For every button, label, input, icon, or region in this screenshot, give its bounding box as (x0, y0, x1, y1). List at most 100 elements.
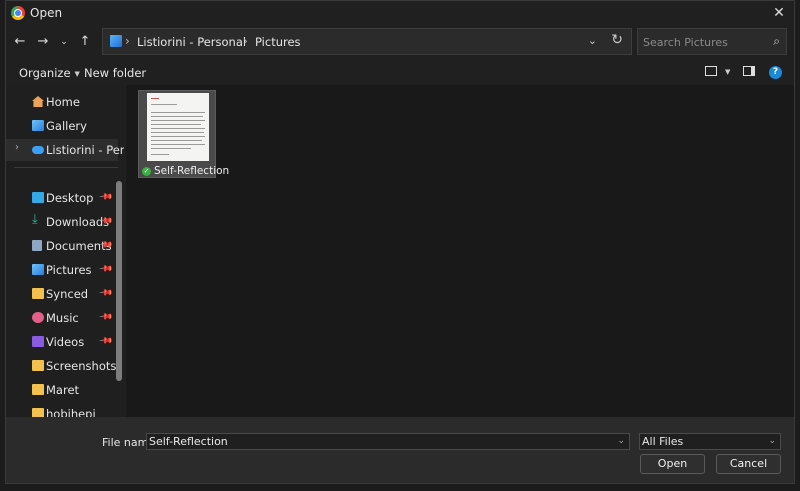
pin-icon[interactable]: 📌 (98, 309, 113, 324)
sidebar-item-gallery[interactable]: Gallery (6, 115, 118, 137)
sidebar-item-label: Maret (46, 383, 80, 397)
open-button[interactable]: Open (640, 454, 705, 474)
videos-icon (32, 336, 44, 347)
folder-icon (32, 384, 44, 395)
sidebar-item-label: Gallery (46, 119, 87, 133)
thumbnail-text-line (151, 144, 205, 145)
pin-icon[interactable]: 📌 (98, 285, 113, 300)
chevron-down-icon[interactable]: ⌄ (768, 434, 776, 449)
sidebar-item-label: Desktop (46, 191, 94, 205)
thumbnail-text-line (151, 136, 205, 137)
dialog-footer: File name: Self-Reflection ⌄ All Files ⌄… (6, 417, 794, 483)
pictures-location-icon (110, 35, 122, 47)
thumbnail-text-line (151, 112, 205, 113)
sidebar-item-maret[interactable]: Maret (6, 379, 118, 401)
sidebar-item-pictures[interactable]: Pictures 📌 (6, 259, 118, 281)
pin-icon[interactable]: 📌 (98, 189, 113, 204)
sidebar-item-hobihepi[interactable]: hobihepi (6, 403, 118, 417)
view-caret-down-icon[interactable]: ▼ (725, 68, 730, 76)
file-caption: ✓ Self-Reflection (142, 165, 229, 177)
title-bar: Open ✕ (6, 1, 794, 25)
command-bar: Organize ▼ New folder ▼ ? (6, 61, 794, 85)
sidebar-item-videos[interactable]: Videos 📌 (6, 331, 118, 353)
folder-icon (32, 288, 44, 299)
breadcrumb-separator-icon: › (243, 34, 248, 48)
search-icon[interactable]: ⌕ (773, 34, 780, 49)
sidebar-scrollbar[interactable] (116, 181, 122, 381)
file-name-value: Self-Reflection (149, 435, 228, 448)
document-thumbnail (147, 93, 209, 161)
open-dialog: Open ✕ ← → ⌄ ↑ › Listiorini - Personal ›… (5, 0, 795, 484)
home-icon (32, 96, 44, 107)
thumbnail-text-line (151, 128, 205, 129)
file-type-value: All Files (642, 435, 684, 448)
pictures-icon (32, 264, 44, 275)
organize-label: Organize (19, 66, 71, 80)
divider (14, 167, 118, 168)
forward-arrow-icon[interactable]: → (34, 32, 52, 52)
sidebar-item-label: Music (46, 311, 79, 325)
file-type-select[interactable]: All Files ⌄ (639, 433, 781, 450)
sidebar-item-label: Screenshots (46, 359, 117, 373)
back-arrow-icon[interactable]: ← (11, 32, 29, 52)
folder-icon (32, 360, 44, 371)
preview-pane-icon[interactable] (743, 66, 755, 76)
recent-locations-chevron-icon[interactable]: ⌄ (55, 32, 73, 52)
navigation-bar: ← → ⌄ ↑ › Listiorini - Personal › Pictur… (6, 27, 794, 57)
sidebar-item-label: Synced (46, 287, 89, 301)
organize-menu[interactable]: Organize ▼ (19, 66, 80, 80)
caret-down-icon: ▼ (74, 69, 80, 78)
sidebar-item-desktop[interactable]: Desktop 📌 (6, 187, 118, 209)
chrome-app-icon (11, 6, 25, 20)
thumbnail-text-line (151, 148, 191, 149)
help-icon[interactable]: ? (769, 66, 782, 79)
thumbnail-text-line (151, 124, 201, 125)
pin-icon[interactable]: 📌 (98, 333, 113, 348)
breadcrumb-item-pictures[interactable]: Pictures (255, 35, 301, 49)
sidebar-item-downloads[interactable]: ⤓ Downloads 📌 (6, 211, 118, 233)
chevron-down-icon[interactable]: ⌄ (617, 434, 625, 449)
sidebar-item-synced[interactable]: Synced 📌 (6, 283, 118, 305)
music-icon (32, 312, 44, 323)
sidebar-item-screenshots[interactable]: Screenshots (6, 355, 118, 377)
sidebar-item-label: Home (46, 95, 80, 109)
pin-icon[interactable]: 📌 (98, 261, 113, 276)
thumbnail-text-line (151, 116, 203, 117)
sidebar-item-listiorini-personal[interactable]: › Listiorini - Personal (6, 139, 124, 161)
address-bar[interactable]: › Listiorini - Personal › Pictures ⌄ ↻ (102, 28, 632, 55)
sidebar-item-home[interactable]: Home (6, 91, 118, 113)
thumbnail-text-line (151, 154, 169, 155)
thumbnail-text-line (151, 140, 202, 141)
dialog-title: Open (30, 6, 63, 20)
sidebar-item-label: hobihepi (46, 407, 96, 417)
chevron-right-icon[interactable]: › (15, 142, 19, 153)
new-folder-button[interactable]: New folder (84, 66, 146, 80)
sidebar-item-music[interactable]: Music 📌 (6, 307, 118, 329)
refresh-icon[interactable]: ↻ (611, 32, 623, 48)
file-name-label: Self-Reflection (154, 165, 230, 177)
up-arrow-icon[interactable]: ↑ (76, 32, 94, 52)
sidebar-item-label: Listiorini - Personal (46, 143, 124, 157)
thumbnail-logo (151, 98, 159, 99)
file-list: ✓ Self-Reflection (126, 85, 794, 417)
file-name-input[interactable]: Self-Reflection ⌄ (146, 433, 630, 450)
search-box[interactable]: Search Pictures ⌕ (637, 28, 787, 55)
navigation-pane: Home Gallery › Listiorini - Personal Des… (6, 85, 124, 417)
breadcrumb-item-listiorini-personal[interactable]: Listiorini - Personal (137, 35, 246, 49)
folder-icon (32, 408, 44, 417)
thumbnail-text-line (151, 120, 205, 121)
onedrive-cloud-icon (32, 146, 44, 154)
address-dropdown-chevron-icon[interactable]: ⌄ (588, 34, 597, 47)
close-icon[interactable]: ✕ (768, 3, 790, 23)
documents-icon (32, 240, 42, 251)
sidebar-item-documents[interactable]: Documents 📌 (6, 235, 118, 257)
desktop-folder-icon (32, 192, 44, 203)
sidebar-item-label: Pictures (46, 263, 92, 277)
sidebar-item-label: Videos (46, 335, 85, 349)
view-options-icon[interactable] (705, 66, 717, 76)
sync-status-check-icon: ✓ (142, 166, 151, 176)
file-item[interactable]: ✓ Self-Reflection (138, 90, 229, 178)
cancel-button[interactable]: Cancel (716, 454, 781, 474)
gallery-icon (32, 120, 44, 131)
thumbnail-text-line (151, 132, 204, 133)
